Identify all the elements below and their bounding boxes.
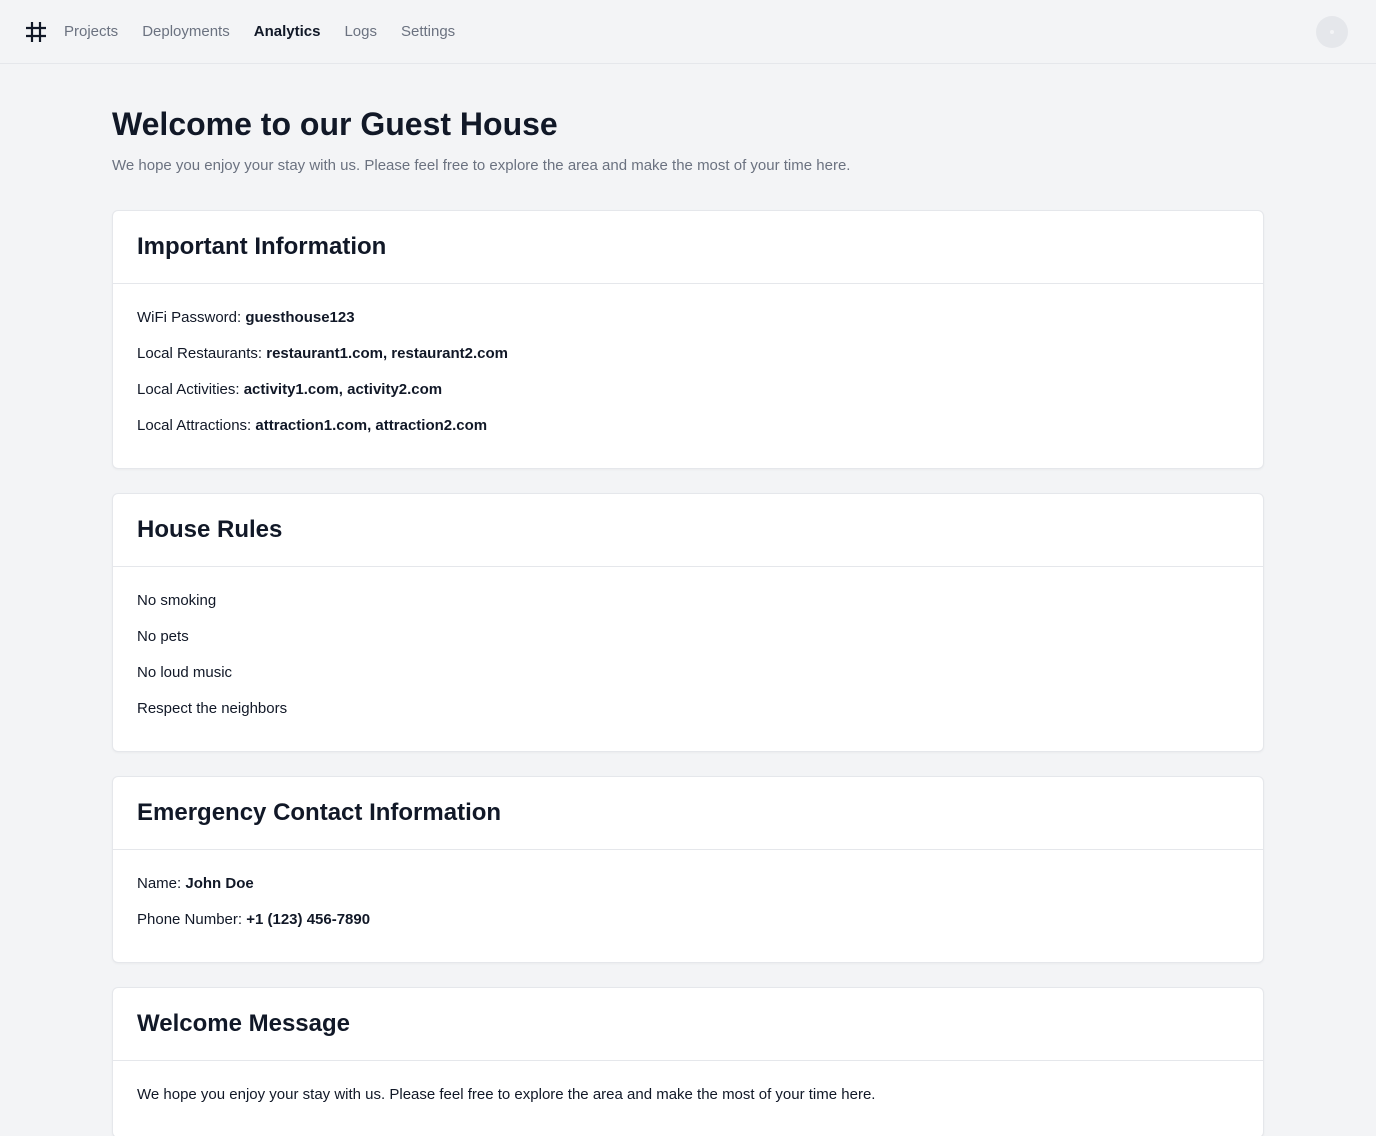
- card-body: Name: John Doe Phone Number: +1 (123) 45…: [113, 850, 1263, 962]
- wifi-row: WiFi Password: guesthouse123: [137, 308, 1239, 328]
- attractions-value: attraction1.com, attraction2.com: [255, 417, 488, 434]
- nav-projects[interactable]: Projects: [64, 23, 118, 40]
- contact-phone-row: Phone Number: +1 (123) 456-7890: [137, 910, 1239, 930]
- important-information-card: Important Information WiFi Password: gue…: [112, 210, 1264, 469]
- attractions-label: Local Attractions:: [137, 417, 252, 434]
- page-subtitle: We hope you enjoy your stay with us. Ple…: [112, 157, 851, 174]
- rule-item: No smoking: [137, 592, 217, 609]
- activities-row: Local Activities: activity1.com, activit…: [137, 380, 1239, 400]
- activities-label: Local Activities:: [137, 381, 240, 398]
- hash-icon[interactable]: [24, 20, 48, 44]
- card-title: Important Information: [137, 233, 387, 260]
- nav-settings[interactable]: Settings: [401, 23, 455, 40]
- house-rules-card: House Rules No smoking No pets No loud m…: [112, 493, 1264, 752]
- restaurants-row: Local Restaurants: restaurant1.com, rest…: [137, 344, 1239, 364]
- contact-phone: +1 (123) 456-7890: [246, 911, 371, 928]
- nav-logs[interactable]: Logs: [344, 23, 377, 40]
- rule-item: No pets: [137, 628, 189, 645]
- rule-item: Respect the neighbors: [137, 700, 288, 717]
- card-body: WiFi Password: guesthouse123 Local Resta…: [113, 284, 1263, 468]
- restaurants-value: restaurant1.com, restaurant2.com: [266, 345, 509, 362]
- rule-item: No loud music: [137, 664, 233, 681]
- avatar-dot: [1330, 30, 1334, 34]
- card-title: Welcome Message: [137, 1010, 350, 1037]
- main-content: Welcome to our Guest House We hope you e…: [112, 64, 1264, 1136]
- card-title: House Rules: [137, 516, 283, 543]
- wifi-label: WiFi Password:: [137, 309, 242, 326]
- restaurants-label: Local Restaurants:: [137, 345, 263, 362]
- welcome-text: We hope you enjoy your stay with us. Ple…: [137, 1086, 876, 1103]
- card-header: Emergency Contact Information: [113, 777, 1263, 850]
- welcome-message-card: Welcome Message We hope you enjoy your s…: [112, 987, 1264, 1136]
- card-body: We hope you enjoy your stay with us. Ple…: [113, 1061, 1263, 1136]
- activities-value: activity1.com, activity2.com: [243, 381, 443, 398]
- card-header: House Rules: [113, 494, 1263, 567]
- contact-name: John Doe: [185, 875, 254, 892]
- card-header: Welcome Message: [113, 988, 1263, 1061]
- card-title: Emergency Contact Information: [137, 799, 502, 826]
- nav-analytics[interactable]: Analytics: [254, 23, 321, 40]
- contact-name-row: Name: John Doe: [137, 874, 1239, 894]
- page-title: Welcome to our Guest House: [112, 106, 558, 142]
- wifi-password: guesthouse123: [245, 309, 355, 326]
- contact-phone-label: Phone Number:: [137, 911, 243, 928]
- contact-name-label: Name:: [137, 875, 182, 892]
- card-header: Important Information: [113, 211, 1263, 284]
- emergency-contact-card: Emergency Contact Information Name: John…: [112, 776, 1264, 963]
- nav-deployments[interactable]: Deployments: [142, 23, 230, 40]
- card-body: No smoking No pets No loud music Respect…: [113, 567, 1263, 751]
- top-navigation-bar: Projects Deployments Analytics Logs Sett…: [0, 0, 1376, 64]
- avatar[interactable]: [1316, 16, 1348, 48]
- main-nav: Projects Deployments Analytics Logs Sett…: [64, 23, 455, 40]
- attractions-row: Local Attractions: attraction1.com, attr…: [137, 416, 1239, 436]
